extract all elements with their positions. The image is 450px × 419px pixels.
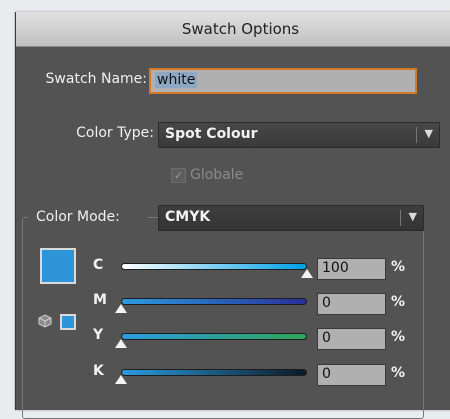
channel-k-slider[interactable] — [121, 369, 307, 376]
color-mode-dropdown[interactable]: CMYK ▼ — [158, 205, 424, 231]
channel-c-percent-label: % — [391, 259, 406, 275]
chevron-down-icon: ▼ — [408, 210, 417, 223]
color-mode-value: CMYK — [165, 209, 211, 225]
dialog-title: Swatch Options — [181, 20, 300, 38]
cube-icon[interactable] — [38, 314, 52, 328]
channel-c-value-input[interactable]: 100 — [317, 258, 386, 280]
channel-y-slider[interactable] — [121, 333, 307, 340]
title-bar[interactable]: Swatch Options — [16, 12, 450, 47]
color-type-value: Spot Colour — [165, 126, 258, 142]
channel-k-label: K — [93, 363, 104, 379]
web-safe-swatch[interactable] — [60, 314, 76, 330]
channel-m-slider[interactable] — [121, 298, 307, 305]
channel-y-value-input[interactable]: 0 — [317, 328, 386, 350]
channel-k-value-input[interactable]: 0 — [317, 364, 386, 386]
channel-y-percent-label: % — [391, 329, 406, 345]
channel-y-slider-thumb[interactable] — [115, 339, 127, 348]
color-preview-swatch — [40, 248, 76, 284]
channel-c-label: C — [93, 257, 104, 273]
swatch-name-input[interactable]: white — [149, 68, 417, 94]
channel-k-slider-thumb[interactable] — [115, 375, 127, 384]
channel-m-value-input[interactable]: 0 — [317, 293, 386, 315]
channel-y-label: Y — [93, 327, 104, 343]
channel-c-slider[interactable] — [121, 263, 307, 270]
channel-m-label: M — [93, 292, 107, 308]
color-mode-group — [22, 217, 424, 419]
swatch-name-label: Swatch Name: — [45, 71, 147, 87]
channel-k-percent-label: % — [391, 365, 406, 381]
globale-label: Globale — [190, 167, 244, 183]
dropdown-divider — [416, 127, 417, 143]
channel-m-percent-label: % — [391, 294, 406, 310]
dropdown-divider — [400, 210, 401, 226]
channel-c-slider-thumb[interactable] — [301, 269, 313, 278]
color-mode-label: Color Mode: — [36, 209, 120, 225]
swatch-name-value: white — [155, 72, 198, 88]
chevron-down-icon: ▼ — [424, 127, 433, 140]
color-type-label: Color Type: — [76, 125, 154, 141]
channel-m-slider-thumb[interactable] — [115, 304, 127, 313]
globale-checkbox-row[interactable]: ✓ Globale — [171, 167, 243, 183]
globale-checkbox[interactable]: ✓ — [171, 167, 186, 183]
color-type-dropdown[interactable]: Spot Colour ▼ — [158, 122, 440, 148]
